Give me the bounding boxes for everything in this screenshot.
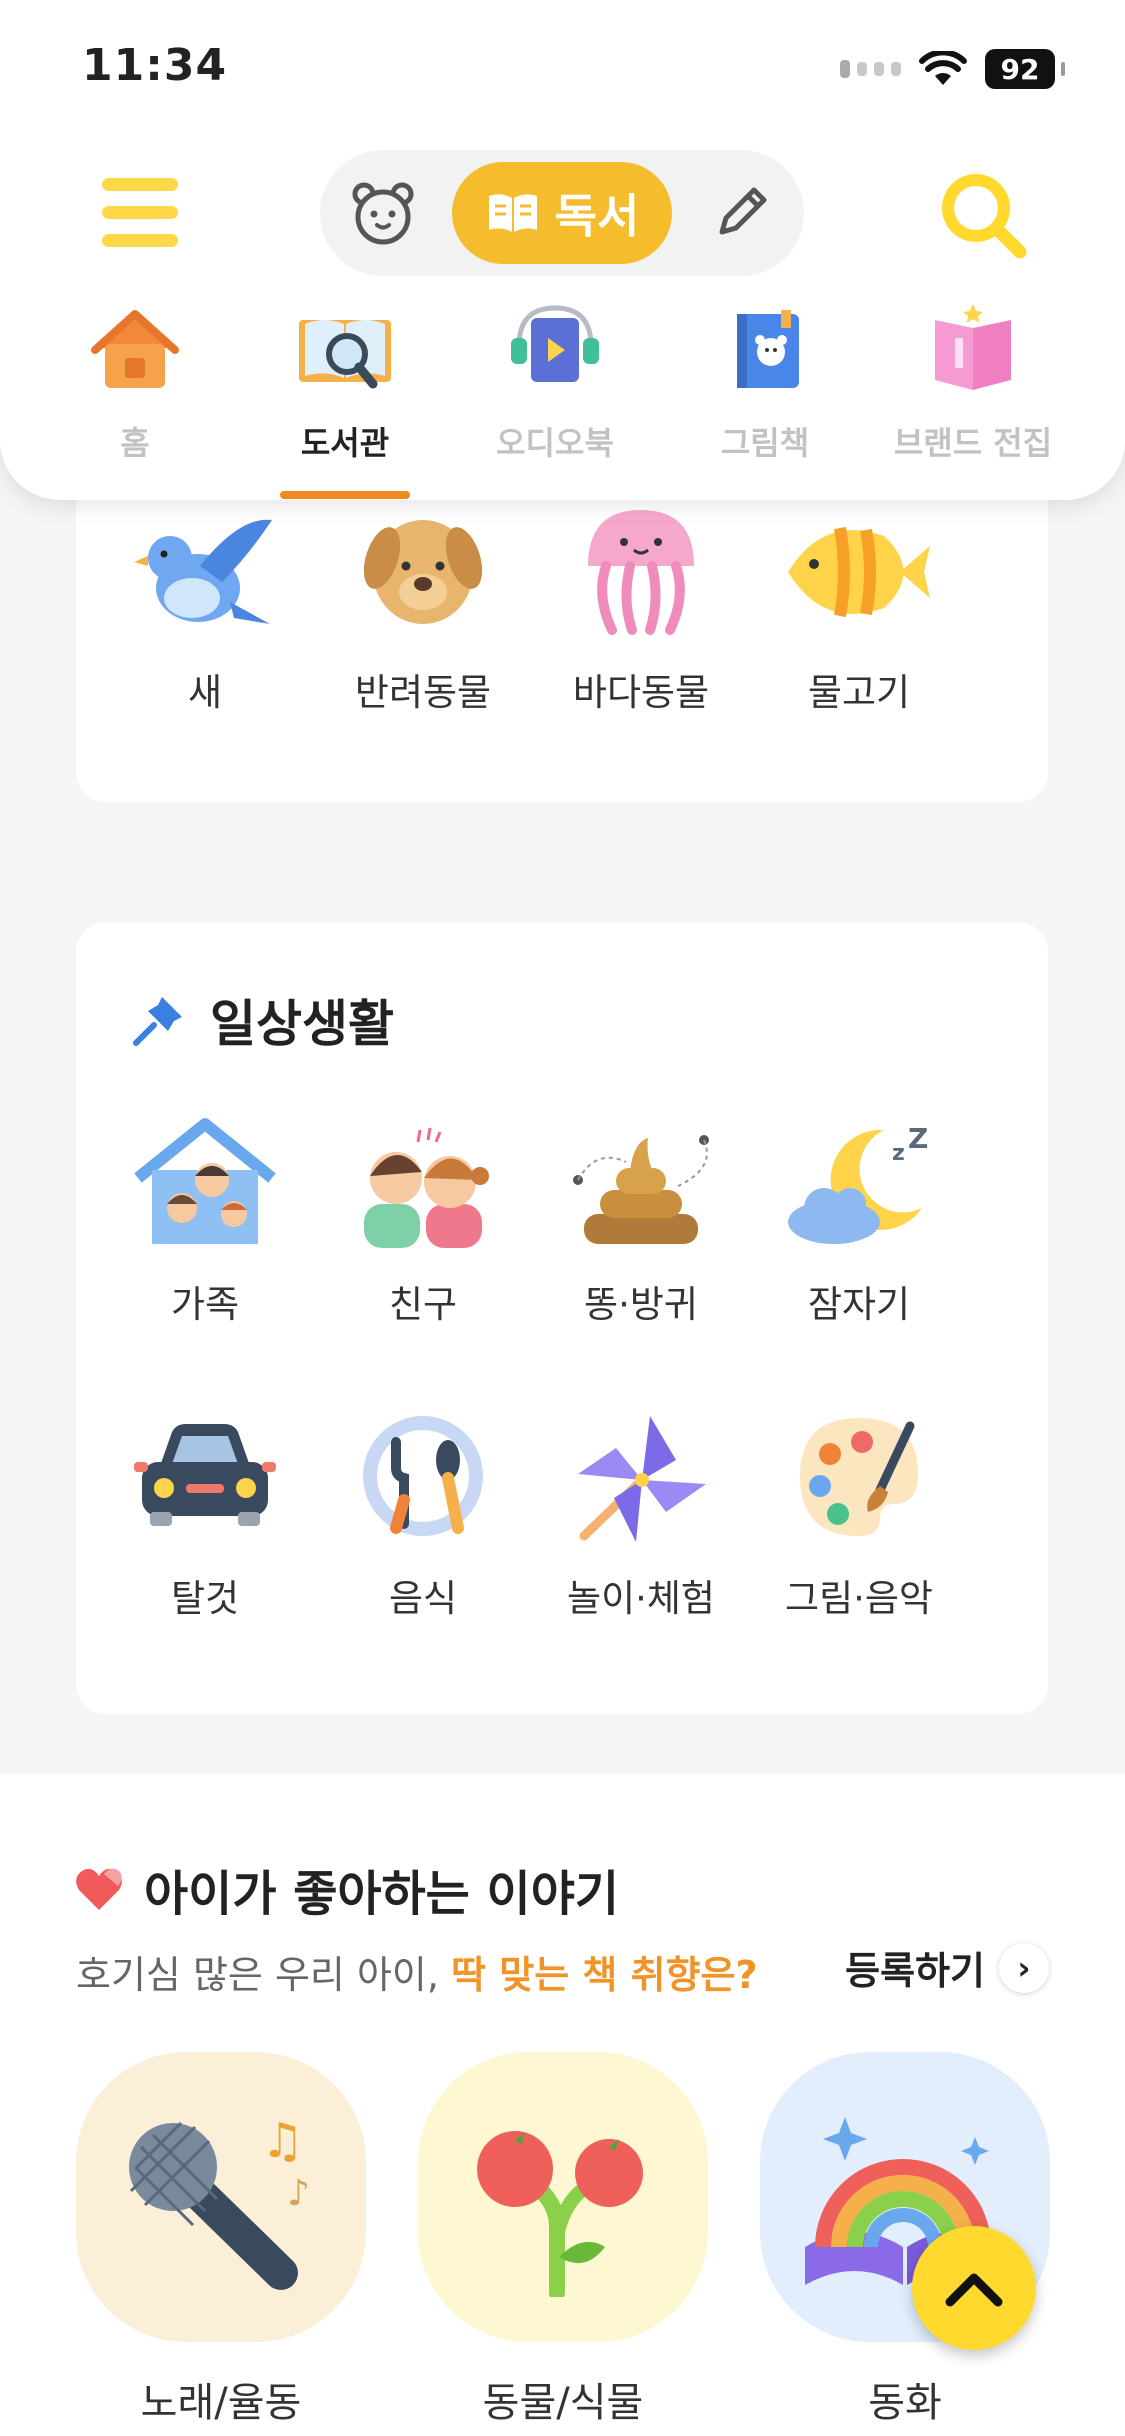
poop-icon xyxy=(573,1135,709,1244)
svg-text:♫: ♫ xyxy=(261,2113,304,2169)
battery-indicator: 92 xyxy=(985,49,1055,89)
tab-label: 홈 xyxy=(120,424,150,462)
heart-icon xyxy=(76,1868,122,1910)
active-tab-indicator xyxy=(280,491,410,499)
wifi-icon xyxy=(919,51,967,85)
friends-icon xyxy=(364,1127,489,1248)
story-thumbnail xyxy=(418,2052,708,2342)
tab-brand-collection[interactable]: 브랜드 전집 xyxy=(868,300,1078,464)
category-friends[interactable]: 친구 xyxy=(314,1118,532,1328)
tab-label: 그림책 xyxy=(720,424,810,462)
kid-face-icon[interactable] xyxy=(350,180,416,246)
tab-audiobook[interactable]: 오디오북 xyxy=(450,300,660,464)
category-bird[interactable]: 새 xyxy=(96,506,314,716)
chevron-up-icon xyxy=(945,2273,1003,2307)
svg-text:Z: Z xyxy=(908,1122,928,1155)
subtitle-highlight: 딱 맞는 책 취향은? xyxy=(451,1953,758,1997)
tab-picturebook[interactable]: 그림책 xyxy=(660,300,870,464)
category-label: 새 xyxy=(187,671,223,714)
top-header: 11:34 92 독서 홈 도서관 오디오북 그림책 브랜드 전집 xyxy=(0,0,1125,500)
scroll-to-top-button[interactable] xyxy=(912,2226,1036,2350)
category-family[interactable]: 가족 xyxy=(96,1118,314,1328)
category-label: 반려동물 xyxy=(354,671,492,714)
section-title: 아이가 좋아하는 이야기 xyxy=(74,1854,619,1924)
audiobook-icon xyxy=(511,305,599,382)
category-play-experience[interactable]: 놀이·체험 xyxy=(532,1412,750,1622)
story-subtitle: 호기심 많은 우리 아이, 딱 맞는 책 취향은? xyxy=(76,1944,758,1999)
category-tabs: 홈 도서관 오디오북 그림책 브랜드 전집 xyxy=(0,300,1125,500)
car-icon xyxy=(134,1424,276,1526)
family-house-icon xyxy=(134,1118,276,1244)
story-label: 동화 xyxy=(868,2380,942,2426)
status-bar: 11:34 92 xyxy=(0,0,1125,140)
register-button[interactable]: 등록하기 › xyxy=(845,1940,1049,1995)
status-time: 11:34 xyxy=(82,40,228,91)
tab-label: 브랜드 전집 xyxy=(893,424,1053,462)
jellyfish-icon xyxy=(588,510,694,635)
status-icons: 92 xyxy=(840,44,1065,94)
story-thumbnail: ♫ ♪ xyxy=(76,2052,366,2342)
category-sleep[interactable]: z Z 잠자기 xyxy=(750,1118,968,1328)
category-label: 물고기 xyxy=(807,671,911,714)
battery-tip xyxy=(1061,62,1065,76)
category-art-music[interactable]: 그림·음악 xyxy=(750,1412,968,1622)
moon-cloud-icon: z Z xyxy=(788,1122,928,1244)
category-poop-fart[interactable]: 똥·방귀 xyxy=(532,1118,750,1328)
tab-label: 도서관 xyxy=(300,424,390,462)
category-label: 잠자기 xyxy=(807,1283,911,1326)
pencil-icon[interactable] xyxy=(708,180,774,246)
daily-life-card: 일상생활 가족 친구 똥·방귀 z Z 잠자기 탈것 음식 놀이·체험 그림·음… xyxy=(76,922,1048,1714)
fish-icon xyxy=(788,526,930,618)
category-sea-animals[interactable]: 바다동물 xyxy=(532,506,750,716)
menu-button[interactable] xyxy=(102,178,178,248)
category-pets[interactable]: 반려동물 xyxy=(314,506,532,716)
register-label: 등록하기 xyxy=(845,1949,985,1993)
category-label: 그림·음악 xyxy=(785,1577,933,1620)
daily-life-title: 일상생활 xyxy=(210,995,394,1053)
category-food[interactable]: 음식 xyxy=(314,1412,532,1622)
brand-book-icon xyxy=(935,304,1011,390)
tab-library[interactable]: 도서관 xyxy=(240,300,450,464)
paint-palette-icon xyxy=(800,1418,918,1536)
microphone-icon: ♫ ♪ xyxy=(129,2113,310,2290)
dog-icon xyxy=(363,520,483,624)
category-label: 친구 xyxy=(388,1283,458,1326)
category-fish[interactable]: 물고기 xyxy=(750,506,968,716)
search-icon[interactable] xyxy=(936,168,1032,264)
category-label: 탈것 xyxy=(170,1577,240,1620)
pinwheel-icon xyxy=(578,1416,706,1542)
chevron-right-icon: › xyxy=(999,1942,1049,1993)
category-label: 가족 xyxy=(170,1283,240,1326)
signal-icon xyxy=(840,60,901,78)
section-title: 일상생활 xyxy=(132,984,394,1056)
reading-mode-button[interactable]: 독서 xyxy=(452,162,672,264)
bird-icon xyxy=(134,519,272,624)
svg-text:z: z xyxy=(892,1141,905,1166)
category-label: 바다동물 xyxy=(572,671,710,714)
story-item-songs[interactable]: ♫ ♪ 노래/율동 xyxy=(76,2052,366,2428)
book-magnifier-icon xyxy=(299,320,391,389)
reading-mode-label: 독서 xyxy=(554,189,640,243)
pushpin-icon xyxy=(133,997,182,1046)
story-label: 동물/식물 xyxy=(482,2380,644,2426)
mode-switcher: 독서 xyxy=(320,150,804,276)
category-label: 놀이·체험 xyxy=(567,1577,715,1620)
category-label: 음식 xyxy=(388,1577,458,1620)
svg-text:♪: ♪ xyxy=(287,2173,310,2214)
subtitle-text: 호기심 많은 우리 아이, xyxy=(76,1953,452,1997)
open-book-icon xyxy=(488,194,537,232)
house-icon xyxy=(91,310,179,388)
category-label: 똥·방귀 xyxy=(584,1283,698,1326)
category-vehicles[interactable]: 탈것 xyxy=(96,1412,314,1622)
story-title: 아이가 좋아하는 이야기 xyxy=(144,1866,620,1922)
story-item-animals-plants[interactable]: 동물/식물 xyxy=(418,2052,708,2428)
tab-home[interactable]: 홈 xyxy=(30,300,240,464)
tomato-plant-icon xyxy=(477,2131,643,2297)
plate-utensils-icon xyxy=(363,1416,483,1536)
tab-label: 오디오북 xyxy=(496,424,614,462)
picture-book-icon xyxy=(737,310,799,388)
story-label: 노래/율동 xyxy=(140,2380,302,2426)
